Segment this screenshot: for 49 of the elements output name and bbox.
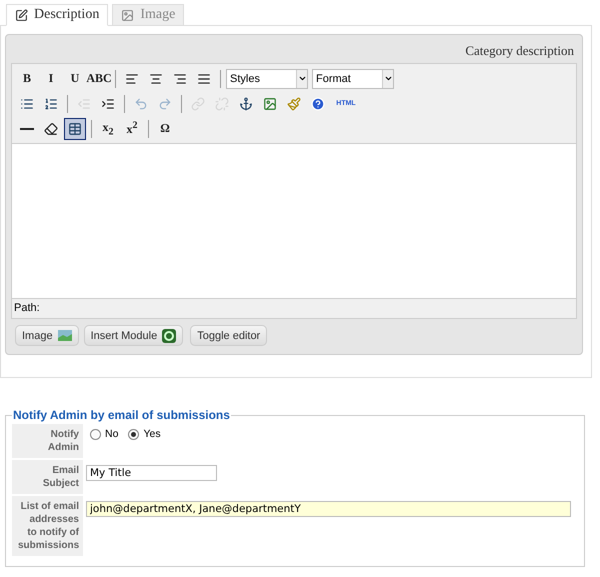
insert-module-button[interactable]: Insert Module (84, 325, 184, 346)
horizontal-rule-icon (20, 128, 34, 130)
help-icon (311, 96, 325, 110)
radio-label: No (105, 428, 118, 440)
outdent-icon (77, 96, 91, 110)
path-label: Path: (11, 299, 577, 319)
eraser-icon (44, 122, 58, 136)
picture-icon (58, 330, 72, 341)
image-button[interactable]: Image (15, 325, 79, 346)
anchor-icon (239, 96, 253, 110)
field-label: Notify Admin (12, 424, 83, 458)
indent-icon (101, 96, 115, 110)
unlink-icon (215, 96, 229, 110)
radio-button[interactable] (90, 428, 101, 440)
dropdown[interactable]: Format (312, 68, 394, 88)
link-icon (191, 96, 205, 110)
field-label: Email Subject (12, 460, 83, 494)
radio-label: Yes (143, 428, 161, 440)
image-icon (263, 96, 277, 110)
image-icon (121, 8, 134, 22)
align-justify-icon (197, 72, 211, 86)
align-right-icon (173, 72, 187, 86)
bold-button[interactable]: B (16, 68, 38, 90)
toolbar-button[interactable] (64, 118, 86, 140)
redo-icon (158, 96, 172, 110)
numbered-list-icon (44, 96, 58, 110)
underline-button[interactable]: U (64, 68, 86, 90)
module-icon (162, 328, 176, 342)
align-left-icon (125, 72, 139, 86)
input-field[interactable]: john@departmentX, Jane@departmentY (86, 501, 571, 517)
input-field[interactable]: My Title (86, 465, 217, 481)
toolbar-button[interactable]: Ω (154, 118, 176, 140)
dropdown[interactable]: Styles (226, 68, 308, 88)
brush-icon (287, 96, 301, 110)
align-center-icon (149, 72, 163, 86)
radio-button[interactable] (128, 428, 140, 440)
edit-icon (15, 8, 28, 22)
strikethrough-button[interactable]: ABC (88, 68, 110, 90)
fieldset-legend: Notify Admin by email of submissions (12, 408, 231, 422)
toggle-editor-button[interactable]: Toggle editor (190, 325, 268, 346)
table-icon (68, 122, 82, 136)
tab[interactable]: Description (6, 4, 108, 26)
toolbar-button[interactable]: x$^{2}$ (121, 118, 143, 140)
toolbar-button[interactable]: x$_{2}$ (97, 118, 119, 140)
field-label: List of email addresses to notify of submissions (12, 496, 83, 556)
undo-icon (134, 96, 148, 110)
editor-title: Category description (464, 42, 575, 60)
bullet-list-icon (20, 96, 34, 110)
italic-button[interactable]: I (40, 68, 62, 90)
